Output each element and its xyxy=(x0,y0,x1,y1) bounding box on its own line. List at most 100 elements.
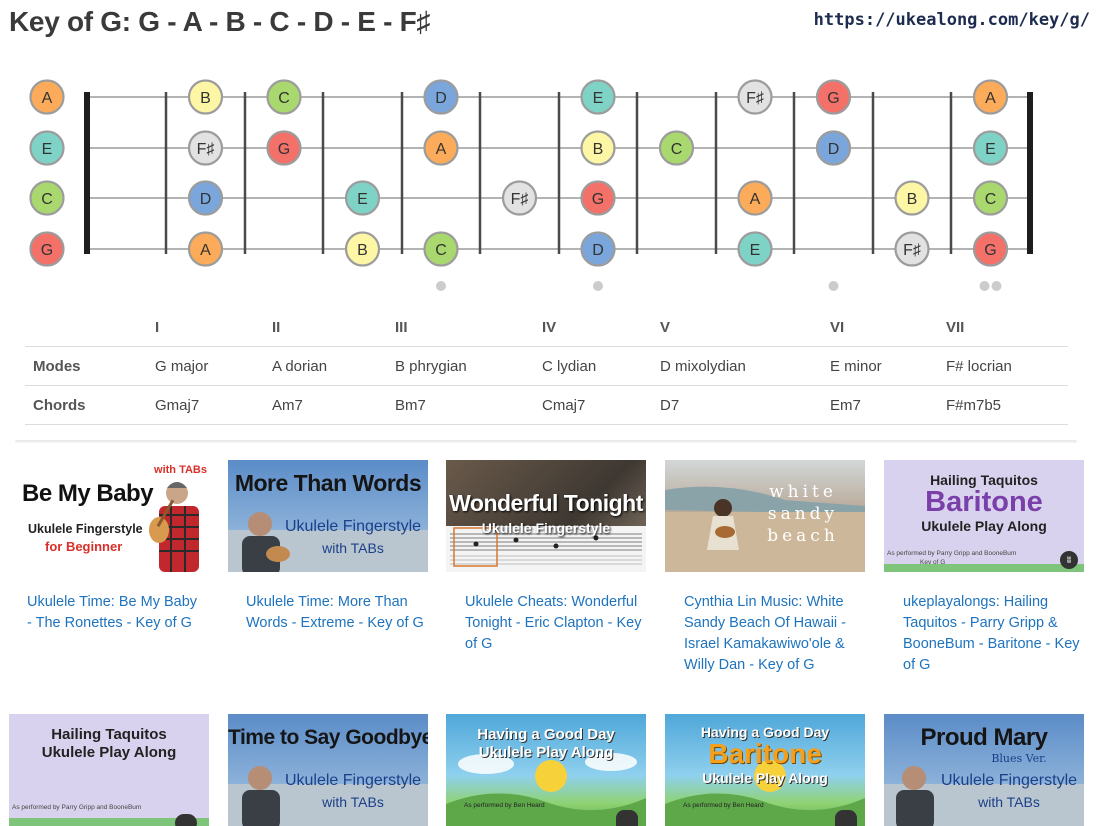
mode-cell: F# locrian xyxy=(946,357,1012,375)
note-label: F♯ xyxy=(197,141,215,158)
thumb-sub-text: Ukulele Fingerstyle xyxy=(284,772,422,789)
note-label: E xyxy=(593,90,604,107)
note-label: C xyxy=(985,191,997,208)
video-thumbnail[interactable]: Wonderful Tonight Ukulele Fingerstyle xyxy=(446,460,646,572)
video-card[interactable]: with TABs Be My Baby Ukulele Fingerstyle… xyxy=(9,460,209,634)
video-thumbnail[interactable]: Having a Good Day Baritone Ukulele Play … xyxy=(665,714,865,826)
note-label: B xyxy=(200,90,211,107)
video-card[interactable]: Having a Good Day Ukulele Play Along As … xyxy=(446,714,646,826)
note-label: E xyxy=(750,242,761,259)
fret-marker-dot xyxy=(593,281,603,291)
mode-cell: G major xyxy=(155,357,209,375)
video-thumbnail[interactable]: white sandy beach xyxy=(665,460,865,572)
note-label: E xyxy=(985,141,996,158)
note-label: C xyxy=(41,191,53,208)
video-thumbnail[interactable]: Hailing Taquitos Ukulele Play Along As p… xyxy=(9,714,209,826)
video-thumbnail[interactable]: Time to Say Goodbye Ukulele Fingerstyle … xyxy=(228,714,428,826)
chord-cell: Em7 xyxy=(830,396,861,414)
thumb-text: Ukulele Play Along xyxy=(41,744,177,761)
thumb-sub-text: with TABs xyxy=(978,794,1040,810)
video-title-link[interactable]: Cynthia Lin Music: White Sandy Beach Of … xyxy=(665,572,865,676)
video-card[interactable]: Time to Say Goodbye Ukulele Fingerstyle … xyxy=(228,714,428,826)
video-card[interactable]: white sandy beach Cynthia Lin Music: Whi… xyxy=(665,460,865,676)
degree-header-row: I II III IV V VI VII xyxy=(25,308,1068,347)
thumb-sub-text: Ukulele Fingerstyle xyxy=(284,518,422,535)
note-label: E xyxy=(42,141,53,158)
thumb-credit-text: As performed by Ben Heard xyxy=(683,802,764,809)
note-label: F♯ xyxy=(746,90,764,107)
note-label: A xyxy=(42,90,53,107)
chords-row-label: Chords xyxy=(33,396,86,414)
note-label: C xyxy=(435,242,447,259)
video-thumbnail[interactable]: Hailing Taquitos Baritone Ukulele Play A… xyxy=(884,460,1084,572)
video-thumbnail[interactable]: More Than Words Ukulele Fingerstyle with… xyxy=(228,460,428,572)
note-label: C xyxy=(671,141,683,158)
note-label: F♯ xyxy=(903,242,921,259)
degree-header: III xyxy=(395,318,408,336)
thumb-text: sandy xyxy=(767,504,839,524)
chords-row: Chords Gmaj7 Am7 Bm7 Cmaj7 D7 Em7 F#m7b5 xyxy=(25,385,1068,425)
note-label: B xyxy=(593,141,604,158)
thumb-text: beach xyxy=(767,526,839,546)
note-label: G xyxy=(41,242,53,259)
thumb-main-text: Time to Say Goodbye xyxy=(228,726,428,749)
degree-header: IV xyxy=(542,318,557,336)
note-label: A xyxy=(200,242,211,259)
thumb-sub-text: with TABs xyxy=(322,540,384,556)
video-title-link[interactable]: Ukulele Time: Be My Baby - The Ronettes … xyxy=(9,572,209,634)
video-card[interactable]: More Than Words Ukulele Fingerstyle with… xyxy=(228,460,428,634)
section-divider xyxy=(15,440,1077,443)
thumb-text: Ukulele Play Along xyxy=(478,744,614,761)
video-thumbnail[interactable]: Proud Mary Blues Ver. Ukulele Fingerstyl… xyxy=(884,714,1084,826)
video-card[interactable]: Hailing Taquitos Ukulele Play Along As p… xyxy=(9,714,209,826)
note-label: B xyxy=(357,242,368,259)
fret-marker-dot xyxy=(436,281,446,291)
mode-cell: D mixolydian xyxy=(660,357,746,375)
thumb-main-text: Proud Mary xyxy=(920,724,1048,751)
note-label: D xyxy=(592,242,604,259)
mode-cell: C lydian xyxy=(542,357,597,375)
chord-cell: Am7 xyxy=(272,396,303,414)
video-card[interactable]: Having a Good Day Baritone Ukulele Play … xyxy=(665,714,865,826)
note-label: A xyxy=(436,141,447,158)
chord-cell: Cmaj7 xyxy=(542,396,586,414)
thumb-main-text: Baritone xyxy=(708,738,822,769)
video-card[interactable]: Proud Mary Blues Ver. Ukulele Fingerstyl… xyxy=(884,714,1084,826)
video-thumbnail[interactable]: Having a Good Day Ukulele Play Along As … xyxy=(446,714,646,826)
grass-strip xyxy=(884,564,1084,572)
note-label: G xyxy=(984,242,996,259)
video-thumbnail[interactable]: with TABs Be My Baby Ukulele Fingerstyle… xyxy=(9,460,209,572)
thumb-main-text: Baritone xyxy=(925,486,1043,518)
thumb-text: Ukulele Play Along xyxy=(921,518,1047,534)
degree-header: V xyxy=(660,318,671,336)
video-title-link[interactable]: Ukulele Cheats: Wonderful Tonight - Eric… xyxy=(446,572,646,655)
chord-cell: F#m7b5 xyxy=(946,396,1002,414)
note-label: D xyxy=(828,141,840,158)
note-label: D xyxy=(435,90,447,107)
thumb-credit-text: As performed by Parry Gripp and BooneBum xyxy=(12,804,142,811)
thumb-main-text: Wonderful Tonight xyxy=(449,490,643,516)
thumb-credit-text: As performed by Ben Heard xyxy=(464,802,545,809)
modes-chords-table: I II III IV V VI VII Modes G major A dor… xyxy=(25,308,1068,425)
video-card[interactable]: Wonderful Tonight Ukulele Fingerstyle Uk… xyxy=(446,460,646,655)
video-title-link[interactable]: ukeplayalongs: Hailing Taquitos - Parry … xyxy=(884,572,1084,676)
note-label: B xyxy=(907,191,918,208)
modes-row-label: Modes xyxy=(33,357,81,375)
thumb-sub-text: with TABs xyxy=(322,794,384,810)
thumb-credit-text: As performed by Parry Gripp and BooneBum xyxy=(887,550,1017,557)
video-title-link[interactable]: Ukulele Time: More Than Words - Extreme … xyxy=(228,572,428,634)
channel-logo-icon xyxy=(835,810,857,826)
channel-logo-icon: ʬ xyxy=(1060,551,1078,569)
mode-cell: E minor xyxy=(830,357,882,375)
note-label: C xyxy=(278,90,290,107)
performer-illustration xyxy=(149,482,199,572)
thumb-text: Having a Good Day xyxy=(477,726,615,743)
degree-header: II xyxy=(272,318,281,336)
mode-cell: B phrygian xyxy=(395,357,467,375)
channel-logo-icon xyxy=(616,810,638,826)
thumb-sub-text: Ukulele Fingerstyle xyxy=(481,520,611,536)
video-card[interactable]: Hailing Taquitos Baritone Ukulele Play A… xyxy=(884,460,1084,676)
fretboard-diagram: A B C D E F♯ G A E F♯ G A B C D E C D E F♯ G A B C G A B C D E F♯ G xyxy=(29,79,1033,291)
thumb-text: Hailing Taquitos xyxy=(51,726,167,743)
note-label: G xyxy=(827,90,839,107)
